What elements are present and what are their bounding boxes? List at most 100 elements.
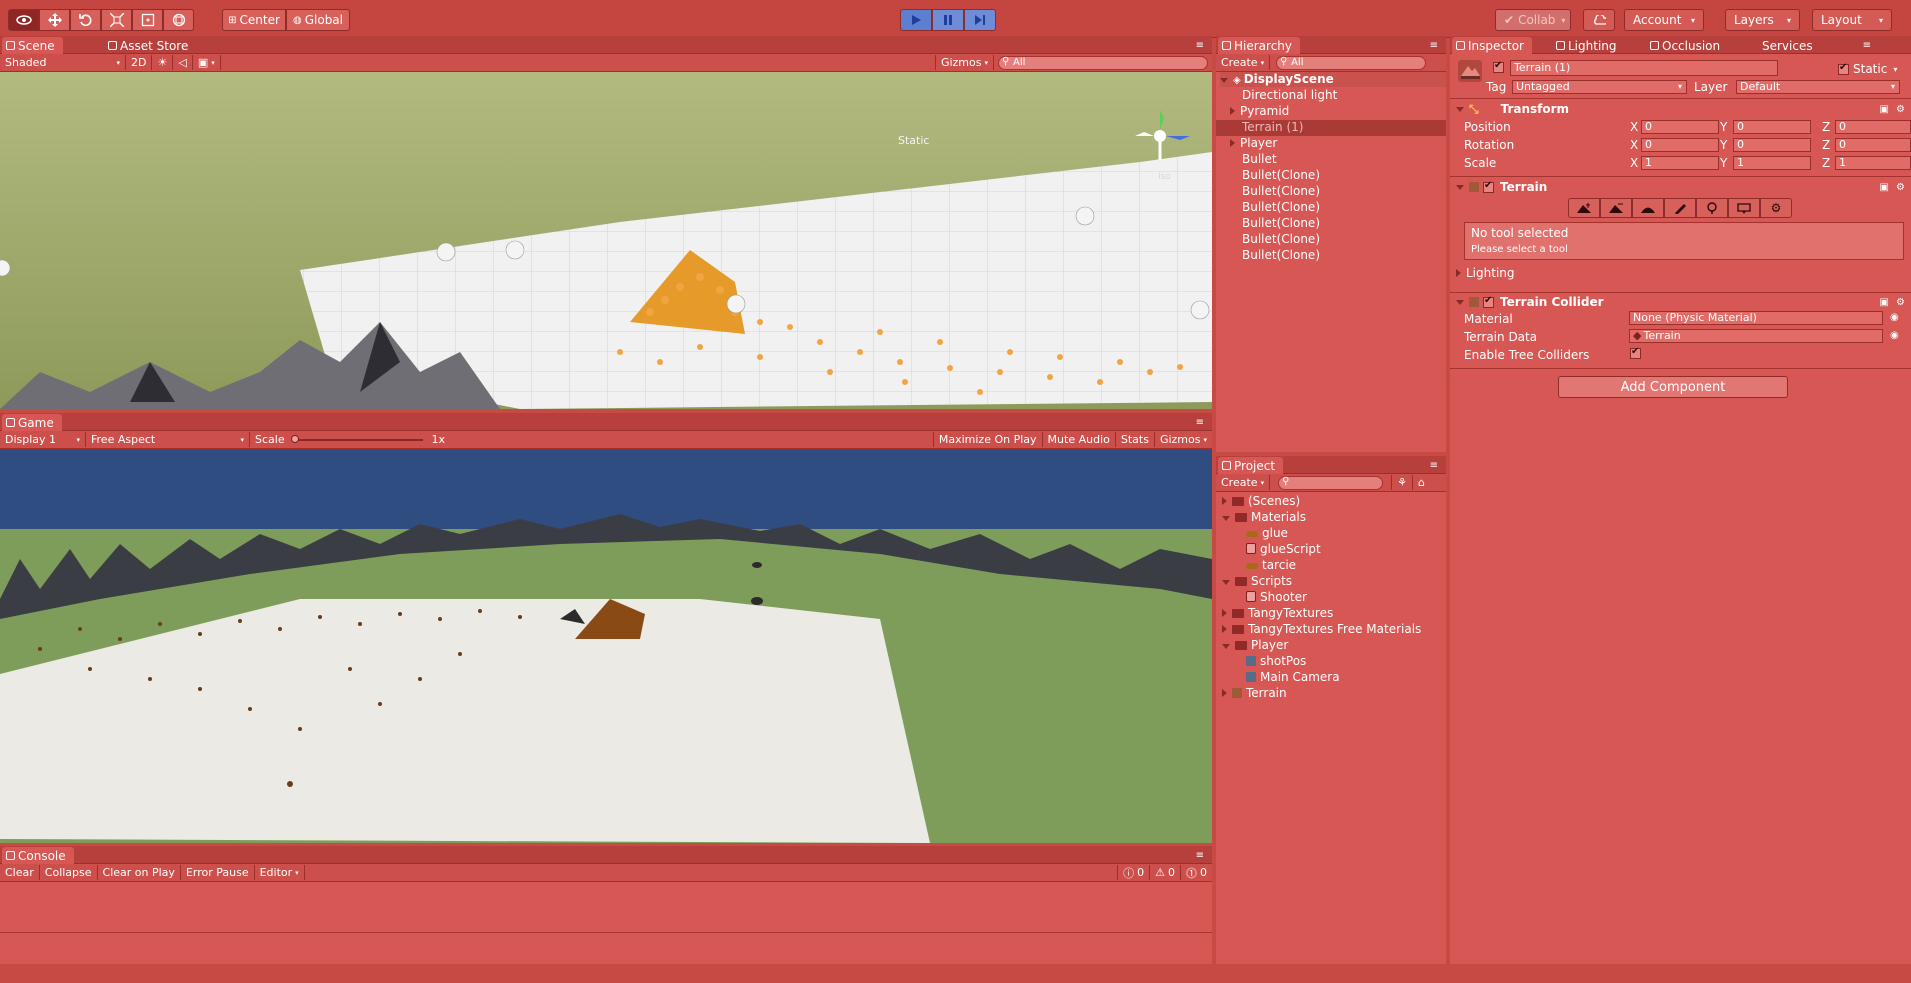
tab-project[interactable]: Project <box>1218 457 1284 474</box>
console-collapse-button[interactable]: Collapse <box>40 865 98 880</box>
terrain-collider-header[interactable]: Terrain Collider ▣ ⚙ <box>1450 293 1911 311</box>
audio-icon[interactable]: ◁ <box>173 55 193 70</box>
object-picker-icon[interactable]: ◉ <box>1890 330 1899 341</box>
stats-toggle[interactable]: Stats <box>1116 432 1155 447</box>
help-icon[interactable]: ▣ <box>1880 104 1889 115</box>
project-item[interactable]: TangyTextures <box>1216 606 1446 622</box>
settings-gear-icon[interactable]: ⚙ <box>1896 297 1905 308</box>
cloud-icon[interactable] <box>1583 9 1615 31</box>
panel-menu-icon[interactable]: ≡ <box>1196 417 1204 428</box>
info-count-toggle[interactable]: ⓘ 0 <box>1117 865 1151 880</box>
terrain-component-header[interactable]: Terrain ▣ ⚙ <box>1450 178 1911 196</box>
filter-type-icon[interactable]: ⚘ <box>1391 475 1413 490</box>
project-create-dropdown[interactable]: Create ▾ <box>1216 475 1271 490</box>
pause-icon[interactable] <box>932 9 964 31</box>
project-item[interactable]: Terrain <box>1216 686 1446 702</box>
tab-scene[interactable]: Scene <box>2 37 63 54</box>
image-effects-icon[interactable]: ▣ ▾ <box>193 55 221 70</box>
hierarchy-item-selected[interactable]: Terrain (1) <box>1216 120 1446 136</box>
help-icon[interactable]: ▣ <box>1880 182 1889 193</box>
panel-menu-icon[interactable]: ≡ <box>1430 40 1438 51</box>
layers-dropdown[interactable]: Layers ▾ <box>1725 9 1800 31</box>
project-item[interactable]: shotPos <box>1216 654 1446 670</box>
scene-viewport[interactable]: Static Iso <box>0 72 1212 409</box>
project-item[interactable]: TangyTextures Free Materials <box>1216 622 1446 638</box>
hierarchy-item[interactable]: Directional light <box>1216 88 1446 104</box>
console-error-pause-button[interactable]: Error Pause <box>181 865 255 880</box>
collider-enabled-checkbox[interactable] <box>1483 295 1494 308</box>
scale-tool-icon[interactable] <box>101 9 132 31</box>
play-icon[interactable] <box>900 9 932 31</box>
hierarchy-item[interactable]: Bullet(Clone) <box>1216 184 1446 200</box>
settings-gear-icon[interactable]: ⚙ <box>1896 182 1905 193</box>
scene-search-input[interactable]: All <box>998 55 1208 70</box>
layer-dropdown[interactable]: Default ▾ <box>1736 80 1900 94</box>
lighting-foldout[interactable]: Lighting <box>1456 266 1515 280</box>
console-clear-button[interactable]: Clear <box>0 865 40 880</box>
hierarchy-create-dropdown[interactable]: Create ▾ <box>1216 55 1271 70</box>
scene-root-row[interactable]: ◈ DisplayScene <box>1220 72 1446 87</box>
tab-occlusion[interactable]: Occlusion <box>1646 37 1728 54</box>
transform-header[interactable]: ⤡ Transform ▣ ⚙ <box>1450 100 1911 118</box>
scale-y-field[interactable]: 1 <box>1733 156 1811 170</box>
project-item[interactable]: Shooter <box>1216 590 1446 606</box>
panel-menu-icon[interactable]: ≡ <box>1196 850 1204 861</box>
project-search-input[interactable] <box>1278 475 1384 490</box>
rotation-z-field[interactable]: 0 <box>1835 138 1911 152</box>
project-item[interactable]: glue <box>1216 526 1446 542</box>
hierarchy-item[interactable]: Bullet(Clone) <box>1216 216 1446 232</box>
rect-tool-icon[interactable] <box>132 9 163 31</box>
tag-dropdown[interactable]: Untagged ▾ <box>1512 80 1687 94</box>
panel-menu-icon[interactable]: ≡ <box>1430 460 1438 471</box>
position-y-field[interactable]: 0 <box>1733 120 1811 134</box>
tab-lighting[interactable]: Lighting <box>1552 37 1625 54</box>
hierarchy-item[interactable]: Pyramid <box>1216 104 1446 120</box>
layout-dropdown[interactable]: Layout ▾ <box>1812 9 1892 31</box>
project-item[interactable]: Main Camera <box>1216 670 1446 686</box>
terrain-data-field[interactable]: ◆ Terrain <box>1629 329 1883 343</box>
collab-dropdown[interactable]: ✔ Collab ▾ <box>1495 9 1571 31</box>
tab-console[interactable]: Console <box>2 847 74 864</box>
paint-texture-icon[interactable] <box>1664 198 1696 218</box>
tree-colliders-checkbox[interactable] <box>1630 346 1641 362</box>
game-viewport[interactable] <box>0 449 1212 843</box>
project-item[interactable]: (Scenes) <box>1216 494 1446 510</box>
paint-details-icon[interactable] <box>1728 198 1760 218</box>
tab-asset-store[interactable]: Asset Store <box>104 37 196 54</box>
hierarchy-item[interactable]: Player <box>1216 136 1446 152</box>
hierarchy-item[interactable]: Bullet(Clone) <box>1216 200 1446 216</box>
rotation-x-field[interactable]: 0 <box>1641 138 1719 152</box>
hierarchy-search-input[interactable]: All <box>1276 55 1427 70</box>
account-dropdown[interactable]: Account ▾ <box>1624 9 1704 31</box>
active-checkbox[interactable] <box>1493 60 1504 76</box>
console-clear-on-play-button[interactable]: Clear on Play <box>98 865 181 880</box>
tab-game[interactable]: Game <box>2 414 62 431</box>
error-count-toggle[interactable]: ⓵0 <box>1181 865 1212 880</box>
project-item[interactable]: Scripts <box>1216 574 1446 590</box>
aspect-dropdown[interactable]: Free Aspect ▾ <box>86 432 250 447</box>
place-trees-icon[interactable] <box>1696 198 1728 218</box>
settings-gear-icon[interactable]: ⚙ <box>1896 104 1905 115</box>
paint-height-icon[interactable] <box>1600 198 1632 218</box>
view-tool-icon[interactable] <box>8 9 39 31</box>
hierarchy-item[interactable]: Bullet(Clone) <box>1216 168 1446 184</box>
move-tool-icon[interactable] <box>39 9 70 31</box>
hierarchy-item[interactable]: Bullet <box>1216 152 1446 168</box>
tab-services[interactable]: Services <box>1746 37 1821 54</box>
filter-label-icon[interactable]: ⌂ <box>1413 475 1430 490</box>
terrain-enabled-checkbox[interactable] <box>1483 180 1494 193</box>
2d-toggle[interactable]: 2D <box>126 55 153 70</box>
project-item[interactable]: tarcie <box>1216 558 1446 574</box>
scale-z-field[interactable]: 1 <box>1835 156 1911 170</box>
step-icon[interactable] <box>964 9 996 31</box>
warning-count-toggle[interactable]: ⚠ 0 <box>1150 865 1181 880</box>
gizmos-dropdown[interactable]: Gizmos ▾ <box>934 55 994 70</box>
sun-icon[interactable]: ☀ <box>152 55 174 70</box>
mute-audio-toggle[interactable]: Mute Audio <box>1043 432 1116 447</box>
object-name-field[interactable]: Terrain (1) <box>1510 60 1778 76</box>
transform-tool-icon[interactable] <box>163 9 194 31</box>
game-gizmos-dropdown[interactable]: Gizmos ▾ <box>1155 432 1212 447</box>
console-editor-dropdown[interactable]: Editor ▾ <box>255 865 305 880</box>
shading-dropdown[interactable]: Shaded ▾ <box>0 55 126 70</box>
object-picker-icon[interactable]: ◉ <box>1890 312 1899 323</box>
